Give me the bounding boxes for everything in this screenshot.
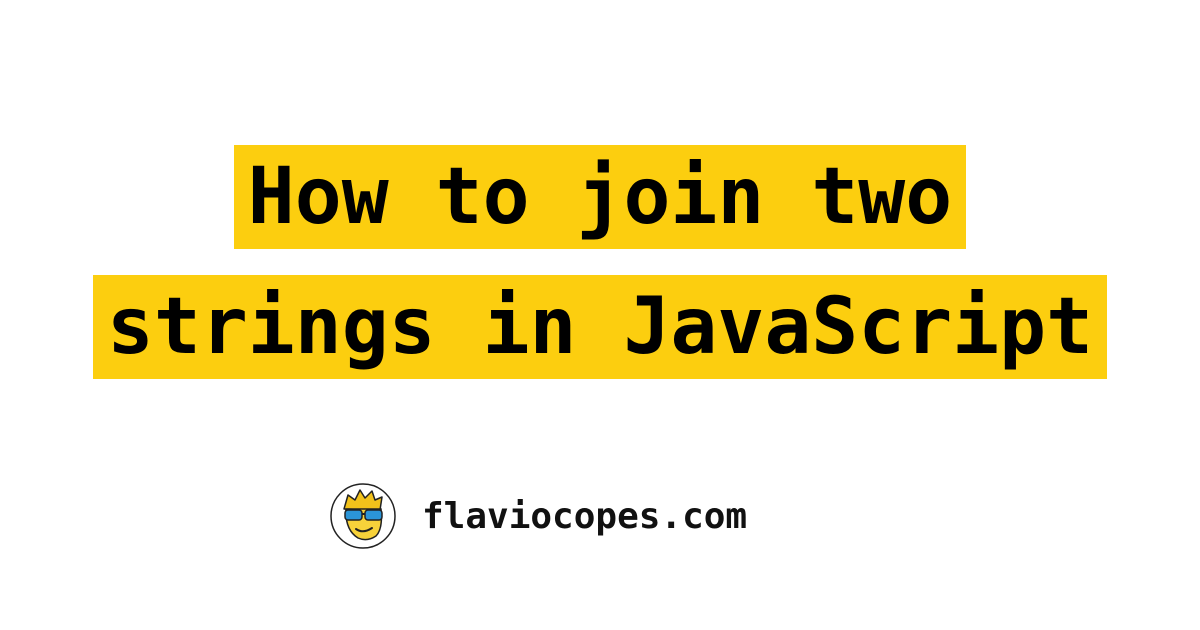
title-line-1: How to join two	[233, 145, 967, 249]
title-line-2: strings in JavaScript	[92, 275, 1108, 379]
site-footer: flaviocopes.com	[330, 482, 747, 550]
site-name[interactable]: flaviocopes.com	[422, 496, 747, 537]
cartoon-face-with-sunglasses-icon	[330, 483, 396, 549]
post-title: How to join two strings in JavaScript	[0, 145, 1200, 379]
